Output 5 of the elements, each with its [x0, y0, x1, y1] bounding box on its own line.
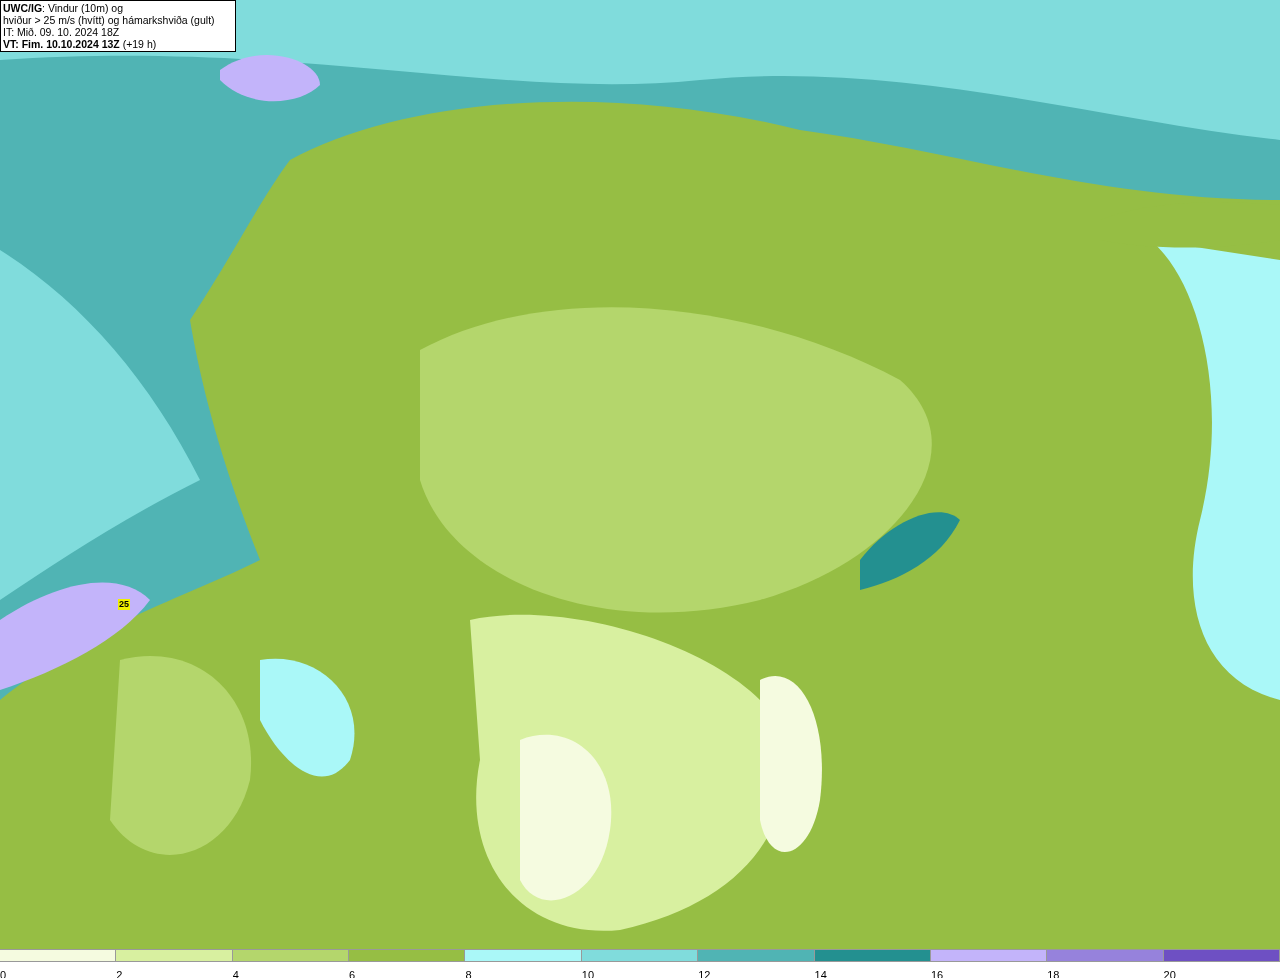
- max-gust-marker: 25: [118, 599, 130, 610]
- title-line: hviður > 25 m/s (hvítt) og hámarkshviða (gult): [3, 14, 216, 26]
- title-line: IT: Mið. 09. 10. 2024 18Z: [3, 26, 121, 38]
- title-line: VT: Fim. 10.10.2024 13Z (+19 h): [3, 38, 158, 50]
- title-line: UWC/IG: Vindur (10m) og: [3, 2, 124, 14]
